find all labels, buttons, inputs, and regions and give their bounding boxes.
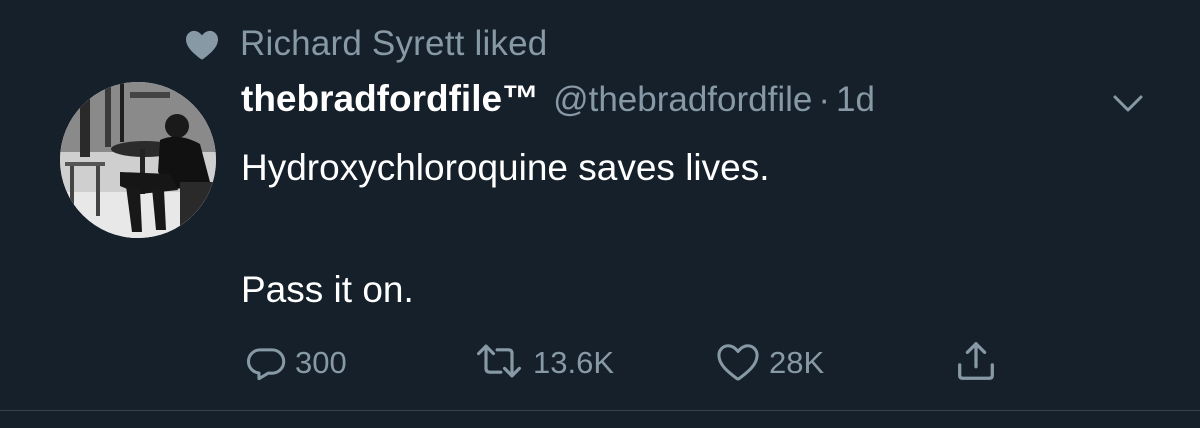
tweet-text-line: Pass it on. [241,269,414,310]
timestamp[interactable]: 1d [836,80,875,120]
chevron-down-icon[interactable] [1108,88,1148,120]
reply-count: 300 [295,345,347,380]
divider [0,410,1200,411]
tweet-text: Hydroxychloroquine saves lives. Pass it … [241,148,770,310]
retweet-count: 13.6K [533,345,615,380]
share-icon [953,338,999,389]
user-handle[interactable]: @thebradfordfile [553,80,812,120]
tweet-actions: 300 13.6K 28K [241,338,1041,388]
like-count: 28K [769,345,825,380]
heart-filled-icon [182,24,222,64]
display-name[interactable]: thebradfordfile™ [241,78,539,120]
heart-icon [715,340,761,387]
retweet-icon [473,338,525,389]
reply-icon [241,338,287,389]
like-button[interactable]: 28K [715,338,824,388]
tweet-text-line: Hydroxychloroquine saves lives. [241,147,770,188]
tweet[interactable]: Richard Syrett liked thebradfordfile™ @t… [0,0,1200,428]
avatar[interactable] [60,82,216,238]
social-context-label: Richard Syrett liked [240,24,548,63]
separator-dot: · [818,80,831,119]
social-context: Richard Syrett liked [182,22,547,66]
reply-button[interactable]: 300 [241,338,347,388]
tweet-header: thebradfordfile™ @thebradfordfile · 1d [241,78,875,128]
share-button[interactable] [953,338,999,388]
retweet-button[interactable]: 13.6K [473,338,614,388]
